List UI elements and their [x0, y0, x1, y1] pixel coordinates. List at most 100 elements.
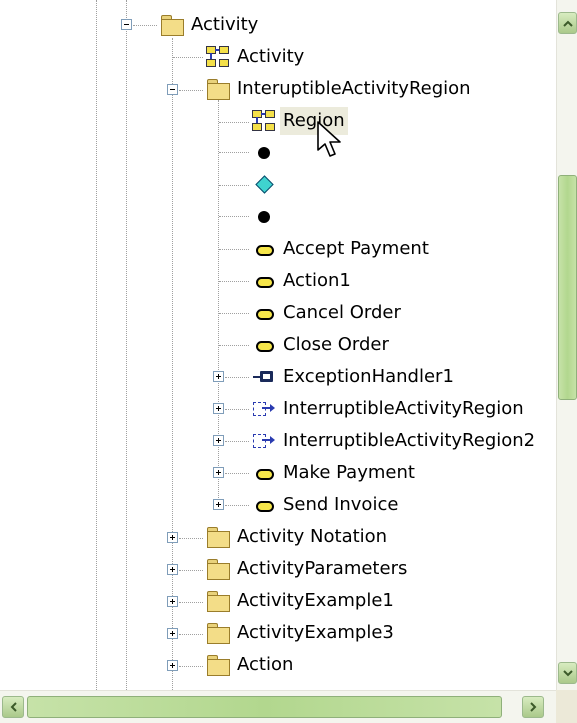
- expand-toggle[interactable]: [167, 660, 178, 671]
- tree-node-final-node[interactable]: [252, 202, 280, 232]
- chevron-up-icon: [562, 20, 573, 27]
- action-icon: [252, 302, 276, 324]
- node-label: Cancel Order: [283, 302, 401, 323]
- tree-connector: [173, 57, 203, 58]
- scroll-left-button[interactable]: [2, 696, 24, 718]
- node-label: ExceptionHandler1: [283, 366, 454, 387]
- tree-node-folder[interactable]: ActivityExample1: [206, 586, 397, 616]
- tree-node-action[interactable]: Cancel Order: [252, 298, 404, 328]
- node-label: Activity Notation: [237, 526, 388, 547]
- expand-toggle[interactable]: [213, 435, 224, 446]
- folder-icon: [206, 526, 230, 548]
- chevron-down-icon: [562, 669, 573, 676]
- tree-connector: [219, 345, 249, 346]
- activity-diagram-icon: [252, 110, 276, 132]
- tree-connector: [179, 602, 203, 603]
- action-icon: [252, 238, 276, 260]
- tree-node-interruptible-region[interactable]: InterruptibleActivityRegion: [252, 394, 527, 424]
- chevron-right-icon: [529, 702, 536, 712]
- scrollbar-corner: [556, 690, 577, 723]
- tree-connector: [179, 570, 203, 571]
- tree-connector: [225, 505, 249, 506]
- expand-toggle[interactable]: [213, 467, 224, 478]
- tree-node-action[interactable]: Action1: [252, 266, 354, 296]
- tree-connector: [225, 409, 249, 410]
- chevron-left-icon: [10, 702, 17, 712]
- tree-node-action[interactable]: Send Invoice: [252, 490, 401, 520]
- tree-guide-line: [172, 38, 173, 690]
- tree-node-folder[interactable]: Action: [206, 650, 296, 680]
- scroll-right-button[interactable]: [522, 696, 544, 718]
- expand-toggle[interactable]: [167, 596, 178, 607]
- action-icon: [252, 462, 276, 484]
- node-label: InterruptibleActivityRegion: [283, 398, 524, 419]
- expand-toggle[interactable]: [213, 403, 224, 414]
- folder-icon: [206, 558, 230, 580]
- node-label: Make Payment: [283, 462, 415, 483]
- expand-toggle[interactable]: [167, 564, 178, 575]
- node-label: Action1: [283, 270, 351, 291]
- node-label: ActivityExample1: [237, 590, 394, 611]
- action-icon: [252, 334, 276, 356]
- tree-node-region-folder[interactable]: InteruptibleActivityRegion: [206, 74, 474, 104]
- model-tree[interactable]: Activity Activity InteruptibleActivityRe…: [0, 0, 556, 690]
- action-icon: [252, 494, 276, 516]
- scroll-down-button[interactable]: [558, 662, 577, 684]
- node-label: Action: [237, 654, 294, 675]
- tree-node-exception-handler[interactable]: ExceptionHandler1: [252, 362, 457, 392]
- decision-node-icon: [252, 174, 276, 196]
- horizontal-scrollbar[interactable]: [0, 690, 556, 723]
- node-label: ActivityExample3: [237, 622, 394, 643]
- horizontal-scroll-thumb[interactable]: [27, 696, 502, 718]
- initial-node-icon: [252, 142, 276, 164]
- folder-icon: [206, 654, 230, 676]
- tree-node-activity-folder[interactable]: Activity: [160, 10, 261, 40]
- vertical-scrollbar[interactable]: [556, 0, 577, 690]
- folder-icon: [206, 622, 230, 644]
- tree-connector: [219, 281, 249, 282]
- tree-node-decision-node[interactable]: [252, 170, 280, 200]
- tree-connector: [219, 122, 249, 123]
- tree-node-action[interactable]: Close Order: [252, 330, 392, 360]
- expand-toggle[interactable]: [167, 532, 178, 543]
- node-label: ActivityParameters: [237, 558, 408, 579]
- node-label: Close Order: [283, 334, 389, 355]
- mouse-cursor-icon: [317, 121, 341, 157]
- node-label: Activity: [237, 46, 305, 67]
- tree-node-activity-diagram[interactable]: Activity: [206, 42, 307, 72]
- tree-connector: [219, 249, 249, 250]
- tree-guide-line: [218, 100, 219, 510]
- tree-node-folder[interactable]: ActivityParameters: [206, 554, 410, 584]
- collapse-activity-toggle[interactable]: [121, 19, 132, 30]
- tree-connector: [225, 377, 249, 378]
- interruptible-region-icon: [252, 430, 276, 452]
- tree-connector: [219, 313, 249, 314]
- tree-connector: [225, 473, 249, 474]
- expand-toggle[interactable]: [213, 371, 224, 382]
- collapse-region-folder-toggle[interactable]: [167, 84, 178, 95]
- expand-toggle[interactable]: [167, 628, 178, 639]
- tree-node-action[interactable]: Make Payment: [252, 458, 418, 488]
- tree-node-action[interactable]: Accept Payment: [252, 234, 432, 264]
- node-label: Activity: [191, 14, 259, 35]
- tree-node-folder[interactable]: ActivityExample3: [206, 618, 397, 648]
- tree-connector: [219, 185, 249, 186]
- expand-toggle[interactable]: [213, 499, 224, 510]
- node-label: InterruptibleActivityRegion2: [283, 430, 536, 451]
- tree-guide-line: [96, 0, 97, 690]
- tree-connector: [179, 666, 203, 667]
- vertical-scroll-thumb[interactable]: [558, 175, 577, 400]
- folder-icon: [206, 590, 230, 612]
- scroll-up-button[interactable]: [558, 12, 577, 34]
- tree-node-initial-node[interactable]: [252, 138, 280, 168]
- tree-connector: [219, 152, 249, 153]
- tree-node-interruptible-region[interactable]: InterruptibleActivityRegion2: [252, 426, 538, 456]
- tree-node-folder[interactable]: Activity Notation: [206, 522, 390, 552]
- folder-icon: [160, 14, 184, 36]
- tree-connector: [179, 538, 203, 539]
- interruptible-region-icon: [252, 398, 276, 420]
- final-node-icon: [252, 206, 276, 228]
- tree-connector: [179, 634, 203, 635]
- node-label: Send Invoice: [283, 494, 399, 515]
- tree-connector: [133, 25, 157, 26]
